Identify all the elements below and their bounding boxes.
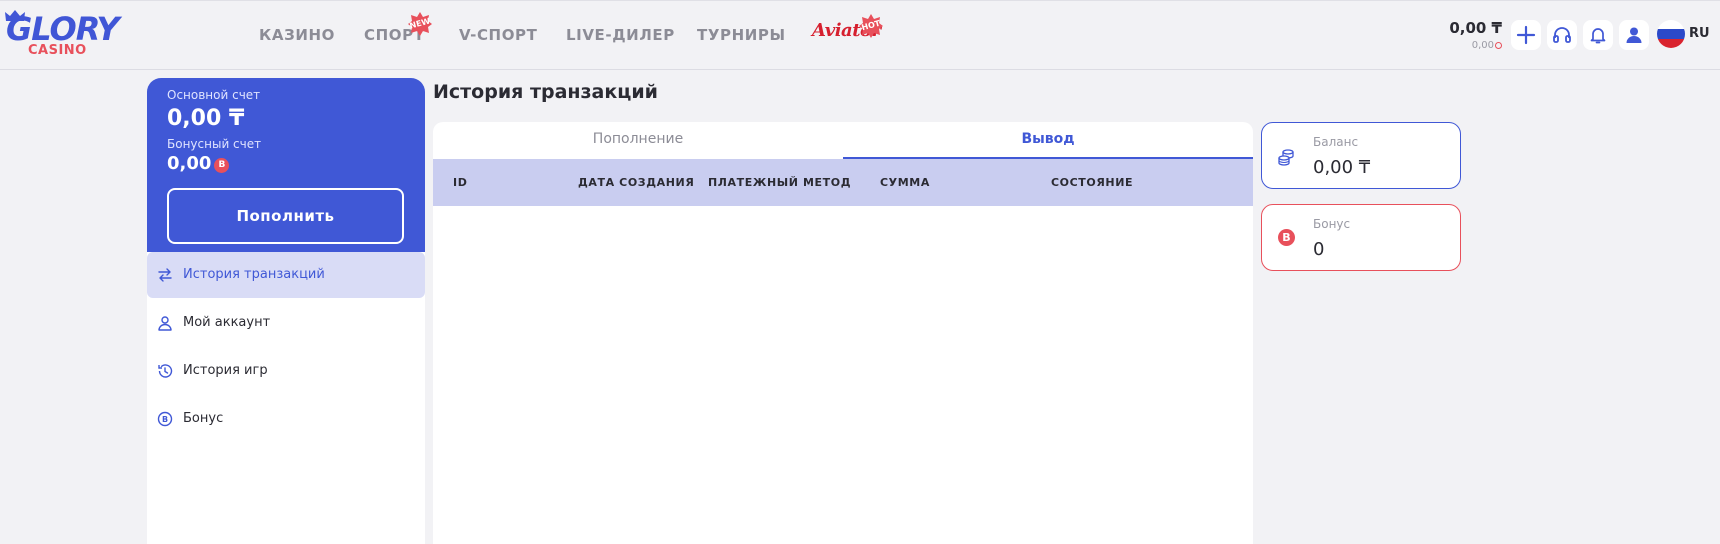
bonus-icon: B	[157, 411, 173, 427]
bonus-coin-icon: B	[214, 158, 230, 173]
column-created-date: ДАТА СОЗДАНИЯ	[578, 176, 695, 189]
column-payment-method: ПЛАТЕЖНЫЙ МЕТОД	[708, 176, 852, 189]
balance-card: Баланс 0,00 ₸	[1261, 122, 1461, 189]
nav-tournaments[interactable]: ТУРНИРЫ	[697, 25, 786, 45]
sidebar-item-game-history[interactable]: История игр	[147, 348, 425, 394]
brand-logo[interactable]: GLORY CASINO	[4, 10, 120, 59]
column-amount: СУММА	[880, 176, 930, 189]
transfer-icon	[158, 268, 172, 282]
column-status: СОСТОЯНИЕ	[1051, 176, 1134, 189]
bonus-account-label: Бонусный счет	[167, 137, 262, 151]
nav-casino[interactable]: КАЗИНО	[259, 25, 335, 45]
header-balance-bonus: 0,00	[1449, 39, 1502, 53]
support-button[interactable]	[1547, 20, 1577, 50]
history-icon	[158, 364, 173, 378]
hot-badge: HOT	[858, 13, 884, 39]
bonus-card: B Бонус 0	[1261, 204, 1461, 271]
tab-withdrawals[interactable]: Вывод	[843, 122, 1253, 159]
add-funds-button[interactable]	[1511, 20, 1541, 50]
header-balance[interactable]: 0,00 ₸ 0,00	[1449, 19, 1502, 53]
page-title: История транзакций	[433, 81, 658, 103]
bonus-label: Бонус	[1313, 217, 1351, 231]
coins-icon	[1278, 149, 1294, 166]
top-header: GLORY CASINO КАЗИНО СПОРТ V-СПОРТ LIVE-Д…	[0, 0, 1720, 70]
account-card: Основной счет 0,00 ₸ Бонусный счет 0,00 B…	[147, 78, 425, 252]
tab-deposits[interactable]: Пополнение	[433, 122, 843, 159]
column-id: ID	[453, 176, 468, 189]
profile-button[interactable]	[1619, 20, 1649, 50]
side-menu: История транзакций Мой аккаунт История и…	[147, 252, 425, 544]
bonus-value: 0	[1313, 239, 1325, 260]
user-icon	[158, 316, 172, 331]
headset-icon	[1553, 27, 1571, 43]
balance-value: 0,00 ₸	[1313, 157, 1371, 178]
transactions-panel: Пополнение Вывод ID ДАТА СОЗДАНИЯ ПЛАТЕЖ…	[433, 122, 1253, 544]
bonus-account-value: 0,00 B	[167, 153, 230, 175]
russia-flag-icon[interactable]	[1657, 20, 1685, 48]
nav-vsport[interactable]: V-СПОРТ	[459, 25, 537, 45]
plus-icon	[1516, 25, 1536, 45]
sidebar-item-account[interactable]: Мой аккаунт	[147, 300, 425, 346]
header-balance-main: 0,00 ₸	[1449, 19, 1502, 37]
sidebar-item-bonus[interactable]: B Бонус	[147, 396, 425, 442]
notifications-button[interactable]	[1583, 20, 1613, 50]
bonus-coin-icon: B	[1278, 229, 1295, 246]
language-selector[interactable]: RU	[1689, 26, 1710, 42]
brand-sub: CASINO	[28, 43, 87, 58]
sidebar-item-transactions[interactable]: История транзакций	[147, 252, 425, 298]
main-account-value: 0,00 ₸	[167, 106, 245, 131]
deposit-button[interactable]: Пополнить	[167, 188, 404, 244]
new-badge: NEW	[407, 11, 433, 37]
bell-icon	[1590, 28, 1606, 44]
brand-name: GLORY	[6, 10, 120, 48]
user-icon	[1626, 27, 1642, 43]
main-account-label: Основной счет	[167, 88, 261, 102]
nav-live-dealer[interactable]: LIVE-ДИЛЕР	[566, 25, 675, 45]
balance-label: Баланс	[1313, 135, 1359, 149]
table-header: ID ДАТА СОЗДАНИЯ ПЛАТЕЖНЫЙ МЕТОД СУММА С…	[433, 159, 1253, 206]
svg-text:B: B	[162, 415, 168, 424]
